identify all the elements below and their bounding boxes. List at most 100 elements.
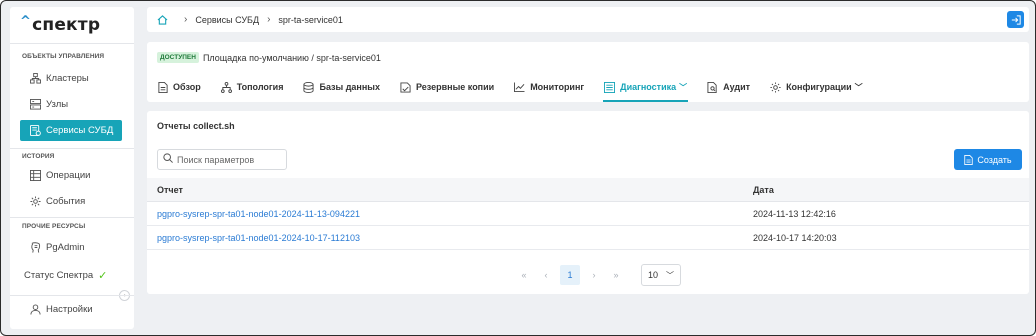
home-icon[interactable] <box>157 14 168 25</box>
sidebar-divider <box>10 148 134 149</box>
create-button[interactable]: Создать <box>954 149 1022 170</box>
sidebar-divider <box>10 43 134 44</box>
table-row: pgpro-sysrep-spr-ta01-node01-2024-11-13-… <box>147 202 1029 226</box>
sidebar-item-label: Статус Спектра <box>24 270 94 281</box>
tab-label: Обзор <box>173 82 201 92</box>
sidebar-item-label: События <box>46 196 86 207</box>
chevron-right-icon: › <box>267 14 271 25</box>
database-service-icon <box>29 125 41 137</box>
column-header-date[interactable]: Дата <box>753 185 1029 195</box>
tab-overview[interactable]: Обзор <box>157 72 202 102</box>
tab-monitoring[interactable]: Мониторинг <box>513 72 585 102</box>
diagnostics-icon <box>604 81 616 93</box>
tab-audit[interactable]: Аудит <box>706 72 751 102</box>
database-icon <box>303 81 315 93</box>
sidebar-item-events[interactable]: События <box>20 191 122 212</box>
tab-diagnostics[interactable]: Диагностика ﹀ <box>603 72 689 102</box>
report-link[interactable]: pgpro-sysrep-spr-ta01-node01-2024-11-13-… <box>157 209 360 219</box>
tab-label: Аудит <box>723 82 751 92</box>
chevron-right-icon: › <box>184 14 188 25</box>
next-page-button[interactable]: › <box>583 264 605 286</box>
sidebar: ^ спектр ОБЪЕКТЫ УПРАВЛЕНИЯ Кластеры Узл… <box>10 7 134 329</box>
breadcrumb-item-dbms-services[interactable]: Сервисы СУБД <box>195 15 259 25</box>
first-page-button[interactable]: « <box>513 264 535 286</box>
search-input[interactable] <box>177 154 287 165</box>
audit-icon <box>707 81 718 93</box>
backup-icon <box>400 81 411 93</box>
sidebar-item-nodes[interactable]: Узлы <box>20 94 122 115</box>
sidebar-item-pgadmin[interactable]: PgAdmin <box>20 237 122 258</box>
sidebar-item-label: Узлы <box>46 99 69 110</box>
last-page-button[interactable]: » <box>605 264 627 286</box>
sidebar-item-label: PgAdmin <box>46 242 85 253</box>
tab-topology[interactable]: Топология <box>220 72 285 102</box>
tab-configurations[interactable]: Конфигурации ﹀ <box>769 72 864 102</box>
table-header: Отчет Дата <box>147 178 1029 202</box>
sidebar-divider <box>10 217 134 218</box>
search-icon <box>163 153 173 166</box>
pgadmin-icon <box>29 242 41 254</box>
logo-caret: ^ <box>20 14 32 29</box>
sidebar-section-other: ПРОЧИЕ РЕСУРСЫ <box>22 223 86 230</box>
app-logo[interactable]: ^ спектр <box>20 14 101 43</box>
app-window: ^ спектр ОБЪЕКТЫ УПРАВЛЕНИЯ Кластеры Узл… <box>0 0 1036 336</box>
logo-text: спектр <box>32 15 101 35</box>
tab-label: Топология <box>236 82 284 92</box>
page-size-select[interactable]: 10 ﹀ <box>641 264 681 286</box>
logout-icon <box>1011 14 1021 25</box>
tab-databases[interactable]: Базы данных <box>302 72 381 102</box>
sidebar-item-label: Операции <box>46 170 91 181</box>
sidebar-section-history: ИСТОРИЯ <box>22 153 55 160</box>
tab-label: Резервные копии <box>416 82 495 92</box>
document-icon <box>158 81 168 93</box>
cluster-icon <box>29 73 41 85</box>
service-header: ДОСТУПЕН Площадка по-умолчанию / spr-ta-… <box>147 42 1029 102</box>
sidebar-item-label: Настройки <box>46 304 93 315</box>
operations-icon <box>29 170 41 182</box>
events-icon <box>29 196 41 208</box>
search-box[interactable] <box>157 149 287 170</box>
tab-label: Диагностика <box>620 82 677 92</box>
topology-icon <box>220 81 232 93</box>
sidebar-divider <box>10 295 134 296</box>
logout-button[interactable] <box>1007 11 1024 28</box>
report-date: 2024-10-17 14:20:03 <box>753 232 837 243</box>
tab-label: Конфигурации <box>786 82 852 92</box>
sidebar-item-clusters[interactable]: Кластеры <box>20 68 122 89</box>
service-path: ДОСТУПЕН Площадка по-умолчанию / spr-ta-… <box>157 52 381 63</box>
sidebar-item-operations[interactable]: Операции <box>20 165 122 186</box>
tab-label: Мониторинг <box>530 82 585 92</box>
user-icon <box>29 304 41 316</box>
page-size-value: 10 <box>648 270 659 280</box>
tab-label: Базы данных <box>319 82 380 92</box>
tab-bar: Обзор Топология Базы данных Резервные ко… <box>157 72 882 102</box>
service-path-text: Площадка по-умолчанию / spr-ta-service01 <box>202 52 381 63</box>
reports-card: Отчеты collect.sh Создать Отчет Дата pgp… <box>147 111 1029 294</box>
sidebar-item-dbms-services[interactable]: Сервисы СУБД <box>20 120 122 141</box>
document-add-icon <box>964 154 974 165</box>
sidebar-item-settings[interactable]: Настройки <box>20 299 122 320</box>
chevron-down-icon: ﹀ <box>679 82 688 92</box>
report-date: 2024-11-13 12:42:16 <box>753 208 836 219</box>
gear-icon <box>770 81 781 93</box>
breadcrumb-item-service: spr-ta-service01 <box>278 14 343 25</box>
server-icon <box>29 99 41 111</box>
current-page-button[interactable]: 1 <box>560 265 580 285</box>
sidebar-item-label: Кластеры <box>46 73 89 84</box>
reports-table: Отчет Дата pgpro-sysrep-spr-ta01-node01-… <box>147 178 1029 250</box>
column-header-report[interactable]: Отчет <box>147 185 753 195</box>
chevron-down-icon: ﹀ <box>854 82 863 92</box>
report-link[interactable]: pgpro-sysrep-spr-ta01-node01-2024-10-17-… <box>157 233 360 243</box>
create-button-label: Создать <box>977 154 1012 165</box>
sidebar-section-managed-objects: ОБЪЕКТЫ УПРАВЛЕНИЯ <box>22 53 105 60</box>
tab-backups[interactable]: Резервные копии <box>399 72 495 102</box>
card-title: Отчеты collect.sh <box>157 121 235 131</box>
sidebar-item-label: Сервисы СУБД <box>46 125 114 136</box>
prev-page-button[interactable]: ‹ <box>535 264 557 286</box>
sidebar-item-spektr-status[interactable]: Статус Спектра ✓ <box>20 265 122 286</box>
status-badge: ДОСТУПЕН <box>157 52 199 63</box>
chart-icon <box>514 82 525 92</box>
table-row: pgpro-sysrep-spr-ta01-node01-2024-10-17-… <box>147 226 1029 250</box>
pagination: « ‹ 1 › » 10 ﹀ <box>513 264 681 286</box>
chevron-down-icon: ﹀ <box>666 270 674 280</box>
